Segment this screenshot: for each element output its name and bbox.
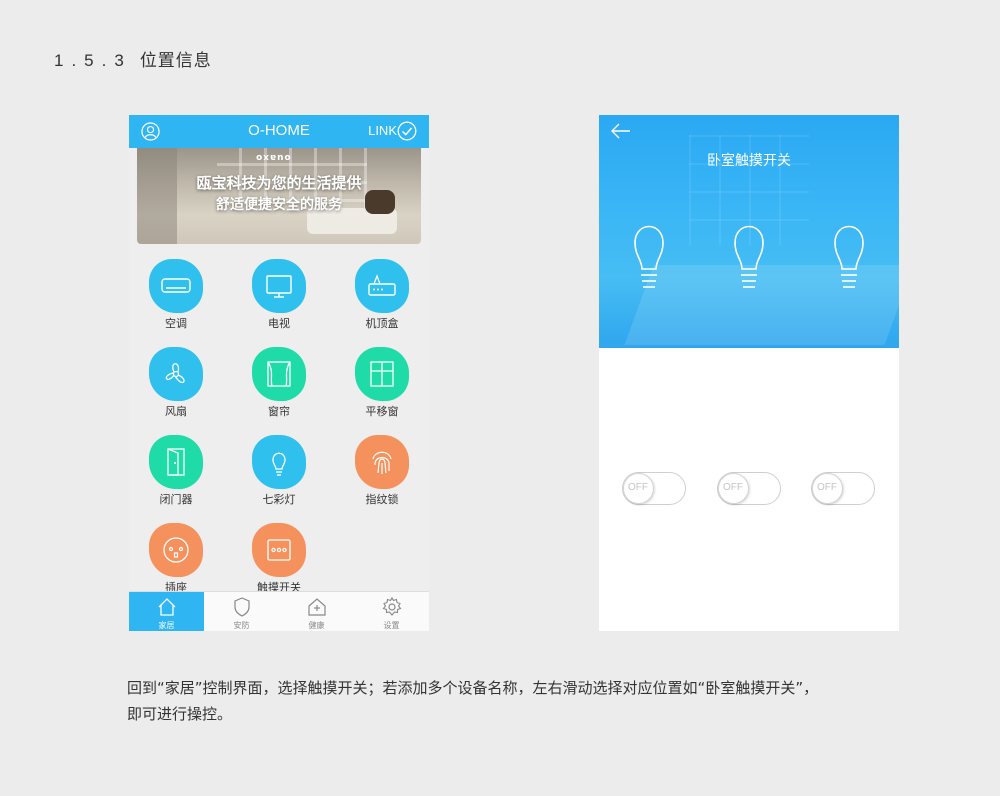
tab-health[interactable]: 健康	[279, 592, 354, 631]
app-header: O-HOME LINK	[129, 115, 429, 148]
device-label: 窗帘	[268, 405, 290, 418]
device-icon-bg	[149, 435, 203, 489]
switch-toggle-3[interactable]: OFF	[811, 472, 875, 505]
bulb-icon	[734, 225, 764, 288]
bulb-icon	[634, 225, 664, 288]
banner-headline: 瓯宝科技为您的生活提供	[196, 174, 362, 192]
toggle-state: OFF	[723, 482, 743, 493]
tv-icon	[266, 275, 292, 298]
curtain-icon	[267, 361, 291, 387]
gear-icon	[382, 596, 401, 616]
device-tile-fan[interactable]: 风扇	[129, 343, 229, 431]
device-icon-bg	[355, 347, 409, 401]
home-screen: O-HOME LINK ouaxo 瓯宝科技为您的生活提供 舒适便捷安全的服务 …	[129, 115, 429, 631]
air-conditioner-icon	[161, 278, 191, 293]
device-label: 七彩灯	[262, 493, 296, 506]
link-button-label[interactable]: LINK	[368, 123, 397, 138]
device-tile-curtain[interactable]: 窗帘	[232, 343, 332, 431]
tab-label: 健康	[308, 621, 325, 630]
bulb-icon	[272, 452, 286, 476]
tab-home[interactable]: 家居	[129, 592, 204, 631]
section-title: 位置信息	[139, 51, 212, 71]
switch-toggle-2[interactable]: OFF	[717, 472, 781, 505]
door-closer-icon	[167, 448, 185, 476]
promo-banner[interactable]: ouaxo 瓯宝科技为您的生活提供 舒适便捷安全的服务	[137, 148, 421, 244]
tab-settings[interactable]: 设置	[354, 592, 429, 631]
bottom-tab-bar: 家居 安防 健康 设置	[129, 591, 429, 631]
device-label: 平移窗	[365, 405, 399, 418]
set-top-box-icon	[368, 274, 396, 296]
bedroom-hero: 卧室触摸开关	[599, 115, 899, 348]
device-icon-bg	[149, 523, 203, 577]
device-icon-bg	[252, 523, 306, 577]
device-label: 闭门器	[159, 493, 193, 506]
device-tile-tv[interactable]: 电视	[232, 255, 332, 343]
device-label: 电视	[268, 317, 290, 330]
description-text: 回到“家居”控制界面，选择触摸开关；若添加多个设备名称，左右滑动选择对应位置如“…	[127, 675, 947, 727]
check-circle-icon[interactable]	[397, 121, 417, 141]
fan-icon	[165, 363, 185, 384]
tab-security[interactable]: 安防	[204, 592, 279, 631]
device-icon-bg	[252, 435, 306, 489]
device-tile-color-light[interactable]: 七彩灯	[232, 431, 332, 519]
tab-label: 家居	[158, 621, 175, 630]
description-line-1: 回到“家居”控制界面，选择触摸开关；若添加多个设备名称，左右滑动选择对应位置如“…	[127, 679, 819, 697]
brand-logo: ouaxo	[255, 152, 291, 162]
health-icon	[307, 598, 326, 616]
device-icon-bg	[252, 347, 306, 401]
device-label: 机顶盒	[365, 317, 399, 330]
tab-label: 安防	[233, 621, 250, 630]
touch-switch-screen: 卧室触摸开关 OFF OFF OFF	[599, 115, 899, 631]
shield-icon	[233, 597, 250, 617]
device-icon-bg	[149, 259, 203, 313]
device-icon-bg	[252, 259, 306, 313]
screen-title: 卧室触摸开关	[707, 153, 791, 169]
device-tile-sliding-window[interactable]: 平移窗	[335, 343, 429, 431]
back-arrow-icon[interactable]	[610, 121, 632, 141]
device-label: 风扇	[165, 405, 187, 418]
description-line-2: 即可进行操控。	[127, 705, 233, 723]
device-tile-fingerprint-lock[interactable]: 指纹锁	[335, 431, 429, 519]
device-label: 空调	[165, 317, 187, 330]
socket-icon	[163, 537, 189, 563]
switch-toggle-1[interactable]: OFF	[622, 472, 686, 505]
home-icon	[158, 598, 175, 616]
sliding-window-icon	[370, 361, 394, 387]
device-tile-air-conditioner[interactable]: 空调	[129, 255, 229, 343]
section-heading: 1.5.3 位置信息	[54, 46, 212, 71]
device-icon-bg	[149, 347, 203, 401]
device-tile-set-top-box[interactable]: 机顶盒	[335, 255, 429, 343]
device-label: 指纹锁	[365, 493, 399, 506]
touch-switch-icon	[267, 539, 291, 561]
device-icon-bg	[355, 259, 409, 313]
device-tile-door-closer[interactable]: 闭门器	[129, 431, 229, 519]
toggle-state: OFF	[628, 482, 648, 493]
toggle-state: OFF	[817, 482, 837, 493]
section-number: 1.5.3	[54, 51, 132, 70]
bulb-icon	[834, 225, 864, 288]
tab-label: 设置	[383, 621, 400, 630]
fingerprint-icon	[372, 451, 392, 474]
device-icon-bg	[355, 435, 409, 489]
banner-subline: 舒适便捷安全的服务	[216, 197, 342, 213]
